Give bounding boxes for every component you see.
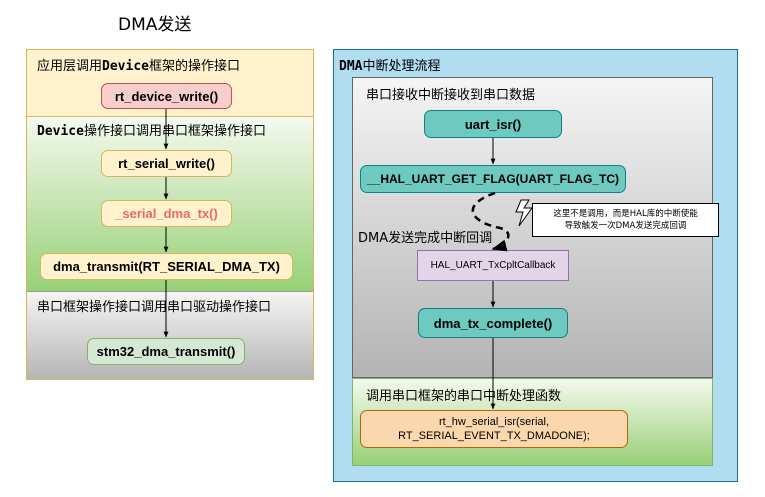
dashed-arrow-get-flag-to-callback: [471, 191, 510, 252]
connectors: [163, 109, 533, 410]
interrupt-lightning-icon: [515, 199, 533, 227]
